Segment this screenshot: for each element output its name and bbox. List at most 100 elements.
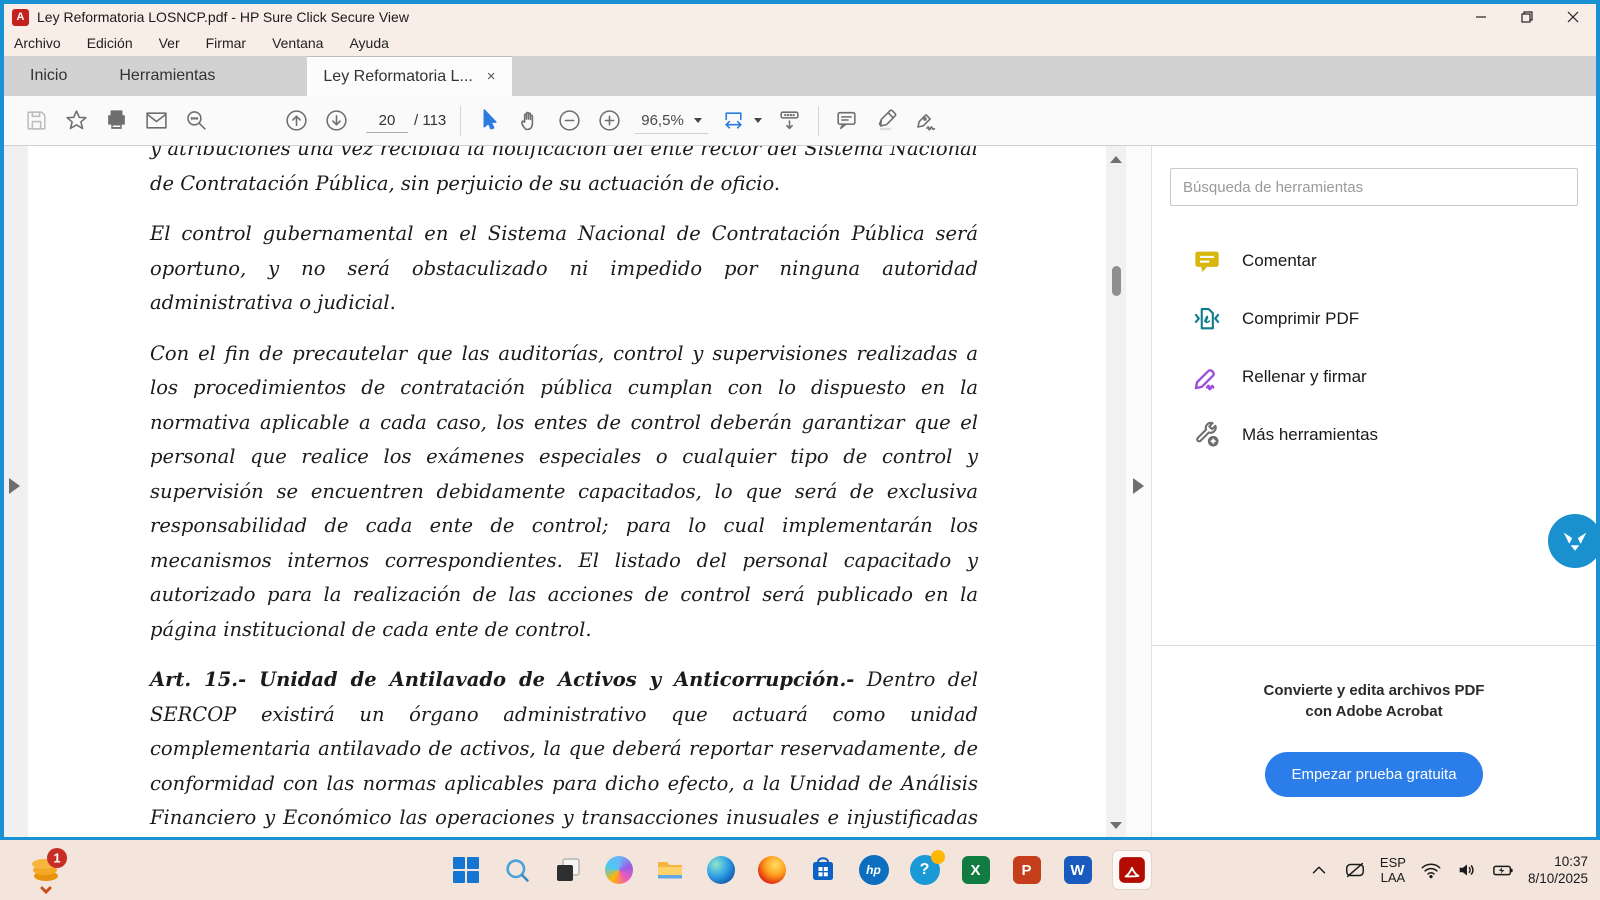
taskbar: 1 hp ? X — [0, 840, 1600, 900]
zoom-out-icon[interactable] — [549, 108, 589, 133]
left-panel-toggle-icon[interactable] — [9, 478, 20, 494]
close-button[interactable] — [1550, 4, 1596, 30]
sidebar-item-rellenar-firmar[interactable]: Rellenar y firmar — [1152, 348, 1596, 406]
left-gutter — [4, 146, 28, 837]
document-text: y atribuciones una vez recibida la notif… — [150, 146, 978, 837]
paragraph: Con el fin de precautelar que las audito… — [150, 337, 978, 648]
restore-button[interactable] — [1504, 4, 1550, 30]
scroll-mode-icon[interactable] — [770, 108, 810, 133]
paragraph: y atribuciones una vez recibida la notif… — [150, 146, 978, 201]
menu-archivo[interactable]: Archivo — [14, 35, 61, 51]
chevron-down-icon[interactable] — [754, 118, 762, 123]
comment-icon[interactable] — [827, 108, 867, 133]
powerpoint-icon[interactable]: P — [1010, 853, 1044, 887]
copilot-icon[interactable] — [602, 853, 636, 887]
paragraph: Art. 15.- Unidad de Antilavado de Activo… — [150, 663, 978, 837]
task-view-icon[interactable] — [551, 853, 585, 887]
sidebar-item-label: Comprimir PDF — [1242, 309, 1359, 329]
edge-icon[interactable] — [704, 853, 738, 887]
widgets-button[interactable]: 1 — [26, 846, 72, 899]
firefox-icon[interactable] — [755, 853, 789, 887]
star-icon[interactable] — [56, 108, 96, 133]
compress-pdf-icon — [1192, 304, 1222, 334]
acrobat-taskbar-icon[interactable] — [1112, 850, 1152, 890]
hp-support-icon[interactable]: ? — [908, 853, 942, 887]
tray-chevron-icon[interactable] — [1308, 859, 1330, 881]
email-icon[interactable] — [136, 108, 176, 133]
tab-document-label: Ley Reformatoria L... — [323, 68, 472, 86]
system-tray: ESP LAA 10:37 8/10/2025 — [1308, 853, 1588, 887]
main-area: y atribuciones una vez recibida la notif… — [4, 146, 1596, 837]
acrobat-promo: Convierte y edita archivos PDF con Adobe… — [1152, 680, 1596, 722]
fill-sign-icon[interactable] — [907, 108, 947, 133]
paragraph: El control gubernamental en el Sistema N… — [150, 217, 978, 321]
print-icon[interactable] — [96, 108, 136, 133]
pdf-page: y atribuciones una vez recibida la notif… — [28, 146, 1106, 837]
menubar: Archivo Edición Ver Firmar Ventana Ayuda — [4, 30, 1596, 56]
page-up-icon[interactable] — [276, 108, 316, 133]
page-total: / 113 — [414, 112, 446, 129]
tools-sidebar: Comentar Comprimir PDF Rellenar y firmar — [1152, 146, 1596, 837]
microsoft-store-icon[interactable] — [806, 853, 840, 887]
sidebar-item-label: Más herramientas — [1242, 425, 1378, 445]
hp-icon[interactable]: hp — [857, 853, 891, 887]
search-icon[interactable] — [176, 108, 216, 133]
volume-icon[interactable] — [1456, 859, 1478, 881]
page-number-input[interactable] — [366, 109, 408, 133]
right-panel-toggle-icon[interactable] — [1133, 478, 1144, 494]
clock[interactable]: 10:37 8/10/2025 — [1528, 853, 1588, 887]
touchpad-off-icon[interactable] — [1344, 859, 1366, 881]
window-title: Ley Reformatoria LOSNCP.pdf - HP Sure Cl… — [37, 9, 409, 25]
zoom-level-control[interactable]: 96,5% — [635, 108, 708, 134]
language-indicator[interactable]: ESP LAA — [1380, 855, 1406, 885]
tab-inicio[interactable]: Inicio — [4, 56, 93, 96]
zoom-in-icon[interactable] — [589, 108, 629, 133]
titlebar: A Ley Reformatoria LOSNCP.pdf - HP Sure … — [4, 4, 1596, 30]
sidebar-item-comentar[interactable]: Comentar — [1152, 232, 1596, 290]
acrobat-app-icon: A — [12, 9, 29, 26]
scroll-up-icon[interactable] — [1110, 156, 1122, 163]
highlight-icon[interactable] — [867, 108, 907, 133]
search-input[interactable] — [1170, 168, 1578, 206]
tab-herramientas[interactable]: Herramientas — [93, 56, 241, 96]
article-heading: Art. 15.- Unidad de Antilavado de Activo… — [150, 668, 854, 691]
start-button[interactable] — [449, 853, 483, 887]
comment-bubble-icon — [1192, 246, 1222, 276]
menu-edicion[interactable]: Edición — [87, 35, 133, 51]
page-down-icon[interactable] — [316, 108, 356, 133]
scrollbar-thumb[interactable] — [1112, 266, 1121, 296]
zoom-level: 96,5% — [641, 112, 684, 129]
tray-time: 10:37 — [1528, 853, 1588, 870]
hand-tool-icon[interactable] — [509, 108, 549, 133]
battery-icon[interactable] — [1492, 859, 1514, 881]
wifi-icon[interactable] — [1420, 859, 1442, 881]
tab-document[interactable]: Ley Reformatoria L... × — [307, 56, 511, 96]
vertical-scrollbar[interactable] — [1106, 146, 1126, 837]
chevron-down-icon — [694, 118, 702, 123]
sidebar-item-label: Comentar — [1242, 251, 1317, 271]
fit-width-icon[interactable] — [714, 108, 754, 133]
widget-badge: 1 — [53, 851, 60, 866]
desktop: A Ley Reformatoria LOSNCP.pdf - HP Sure … — [0, 0, 1600, 900]
taskbar-search-icon[interactable] — [500, 853, 534, 887]
sidebar-item-mas-herramientas[interactable]: Más herramientas — [1152, 406, 1596, 464]
tray-date: 8/10/2025 — [1528, 870, 1588, 887]
menu-firmar[interactable]: Firmar — [206, 35, 246, 51]
menu-ayuda[interactable]: Ayuda — [349, 35, 388, 51]
tab-close-icon[interactable]: × — [487, 68, 496, 85]
save-icon[interactable] — [16, 108, 56, 133]
wrench-plus-icon — [1192, 420, 1222, 450]
menu-ver[interactable]: Ver — [159, 35, 180, 51]
file-explorer-icon[interactable] — [653, 853, 687, 887]
sidebar-item-label: Rellenar y firmar — [1242, 367, 1367, 387]
fill-sign-pen-icon — [1192, 362, 1222, 392]
hp-sure-click-logo[interactable] — [1548, 514, 1600, 568]
start-trial-button[interactable]: Empezar prueba gratuita — [1265, 752, 1482, 797]
menu-ventana[interactable]: Ventana — [272, 35, 323, 51]
select-cursor-icon[interactable] — [469, 108, 509, 133]
minimize-button[interactable] — [1458, 4, 1504, 30]
excel-icon[interactable]: X — [959, 853, 993, 887]
word-icon[interactable]: W — [1061, 853, 1095, 887]
scroll-down-icon[interactable] — [1110, 822, 1122, 829]
sidebar-item-comprimir-pdf[interactable]: Comprimir PDF — [1152, 290, 1596, 348]
